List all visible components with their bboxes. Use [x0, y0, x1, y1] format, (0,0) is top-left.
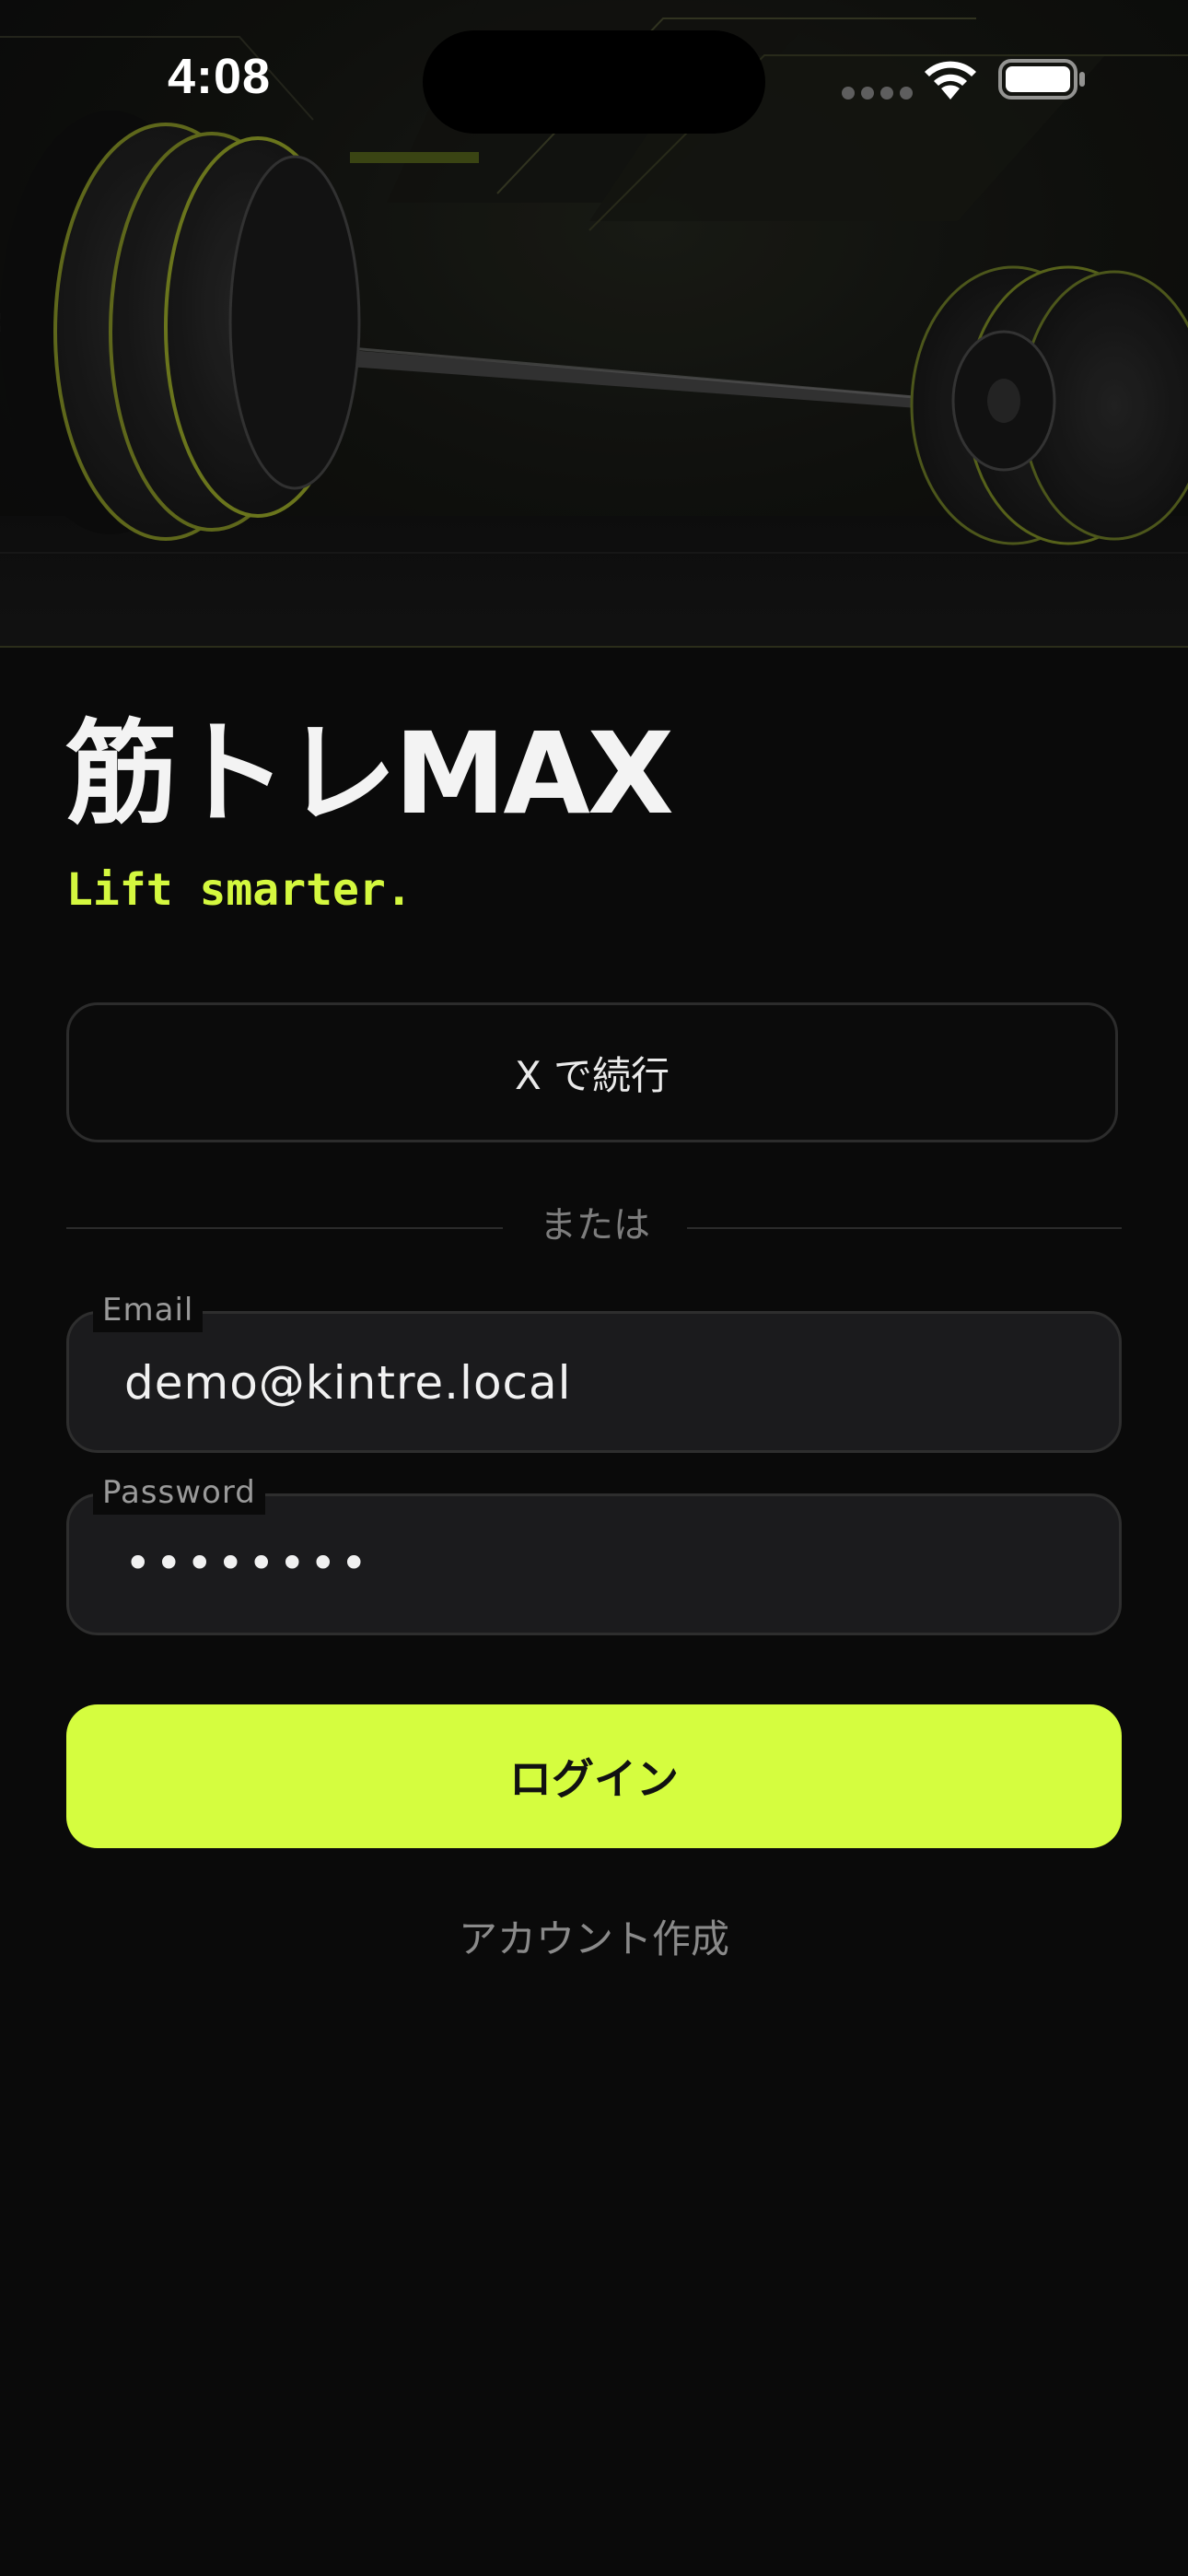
divider-line-left	[66, 1227, 503, 1229]
cellular-signal-icon	[842, 87, 913, 100]
password-label: Password	[93, 1470, 265, 1515]
x-login-button[interactable]: X で続行	[66, 1002, 1118, 1142]
create-account-link[interactable]: アカウント作成	[0, 1912, 1188, 1967]
email-input-value[interactable]: demo@kintre.local	[124, 1351, 572, 1415]
battery-icon	[998, 59, 1085, 100]
divider-line-right	[687, 1227, 1122, 1229]
login-button[interactable]: ログイン	[66, 1704, 1122, 1848]
email-label: Email	[93, 1288, 204, 1332]
or-divider: または	[66, 1198, 1122, 1253]
app-tagline: Lift smarter.	[66, 864, 413, 916]
hero-divider	[0, 646, 1188, 648]
app-title: 筋トレMAX	[65, 708, 674, 839]
status-time: 4:08	[168, 49, 272, 104]
email-field[interactable]: Email demo@kintre.local	[66, 1288, 1122, 1453]
login-label: ログイン	[509, 1754, 679, 1804]
dynamic-island	[423, 30, 765, 134]
wifi-icon	[925, 61, 976, 100]
password-input-value[interactable]: ••••••••	[124, 1531, 371, 1596]
or-text: または	[540, 1204, 650, 1247]
password-field[interactable]: Password ••••••••	[66, 1470, 1122, 1635]
x-login-label: X で続行	[514, 1052, 670, 1098]
